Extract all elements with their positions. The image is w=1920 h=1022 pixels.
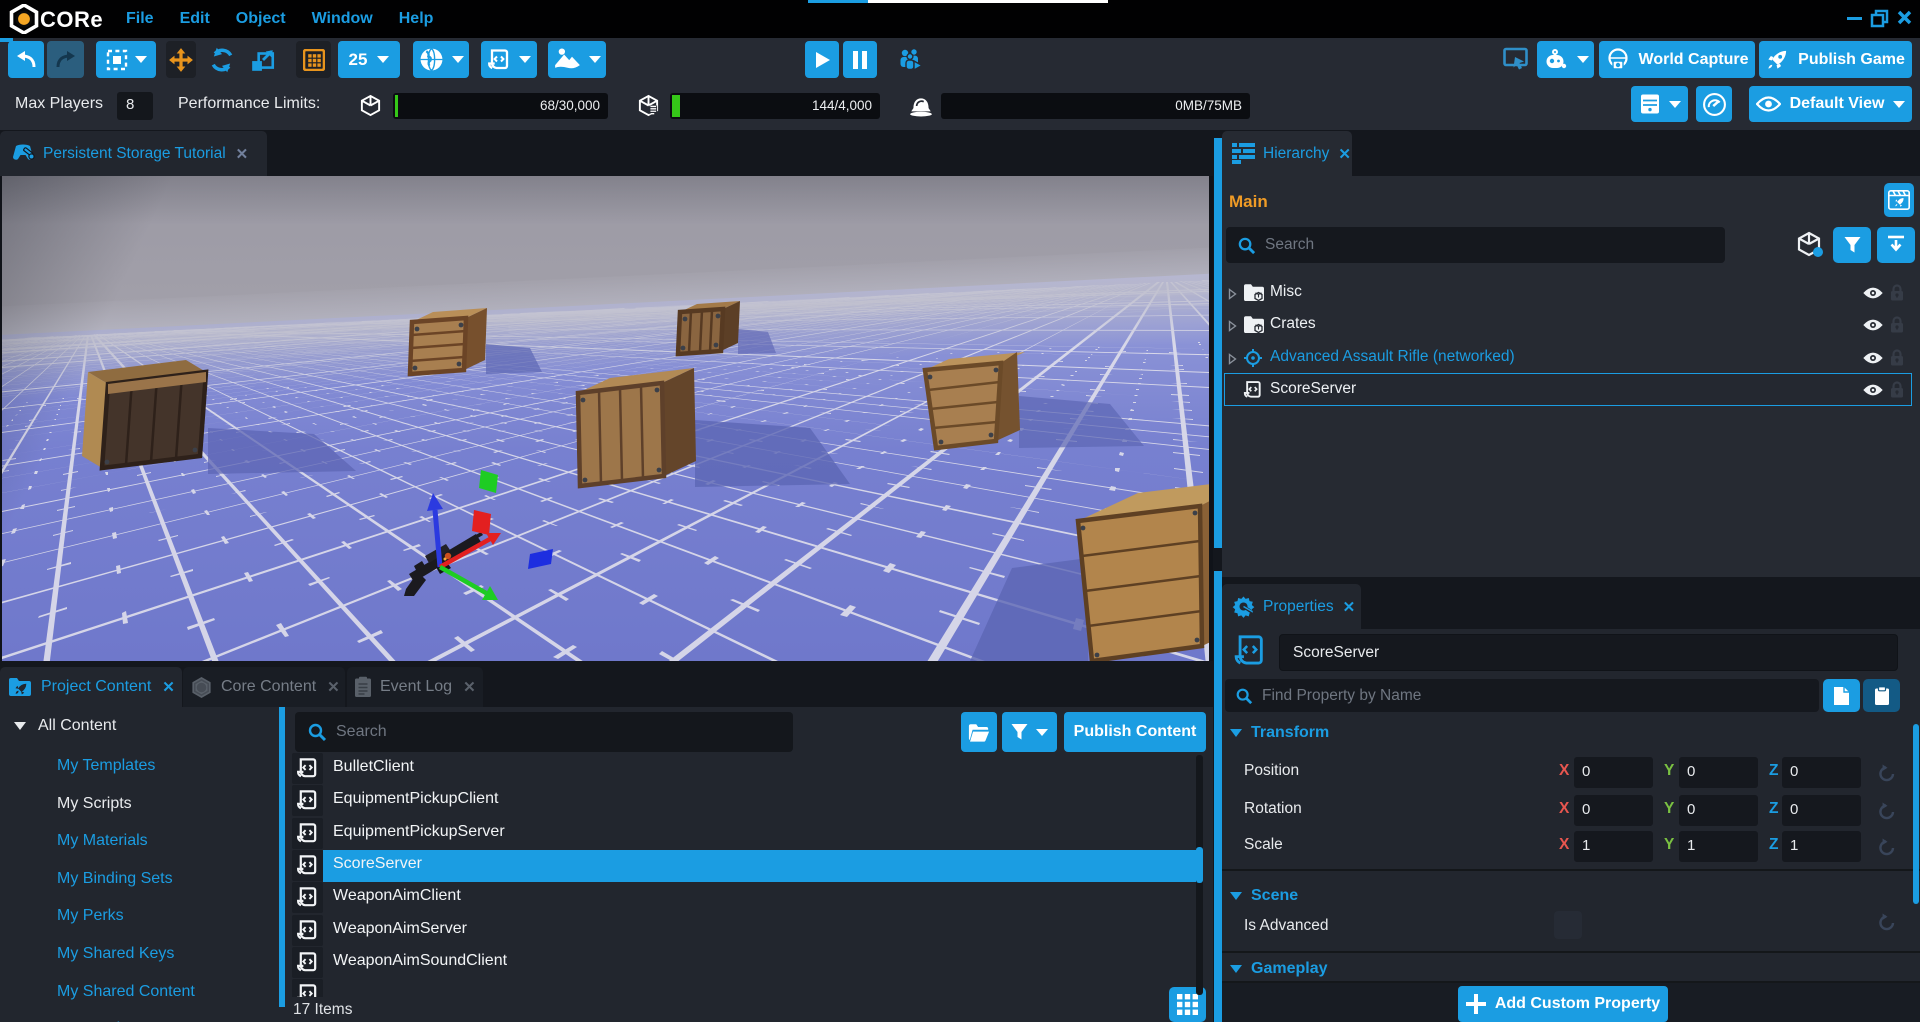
svg-text:CORe: CORe xyxy=(40,7,103,32)
